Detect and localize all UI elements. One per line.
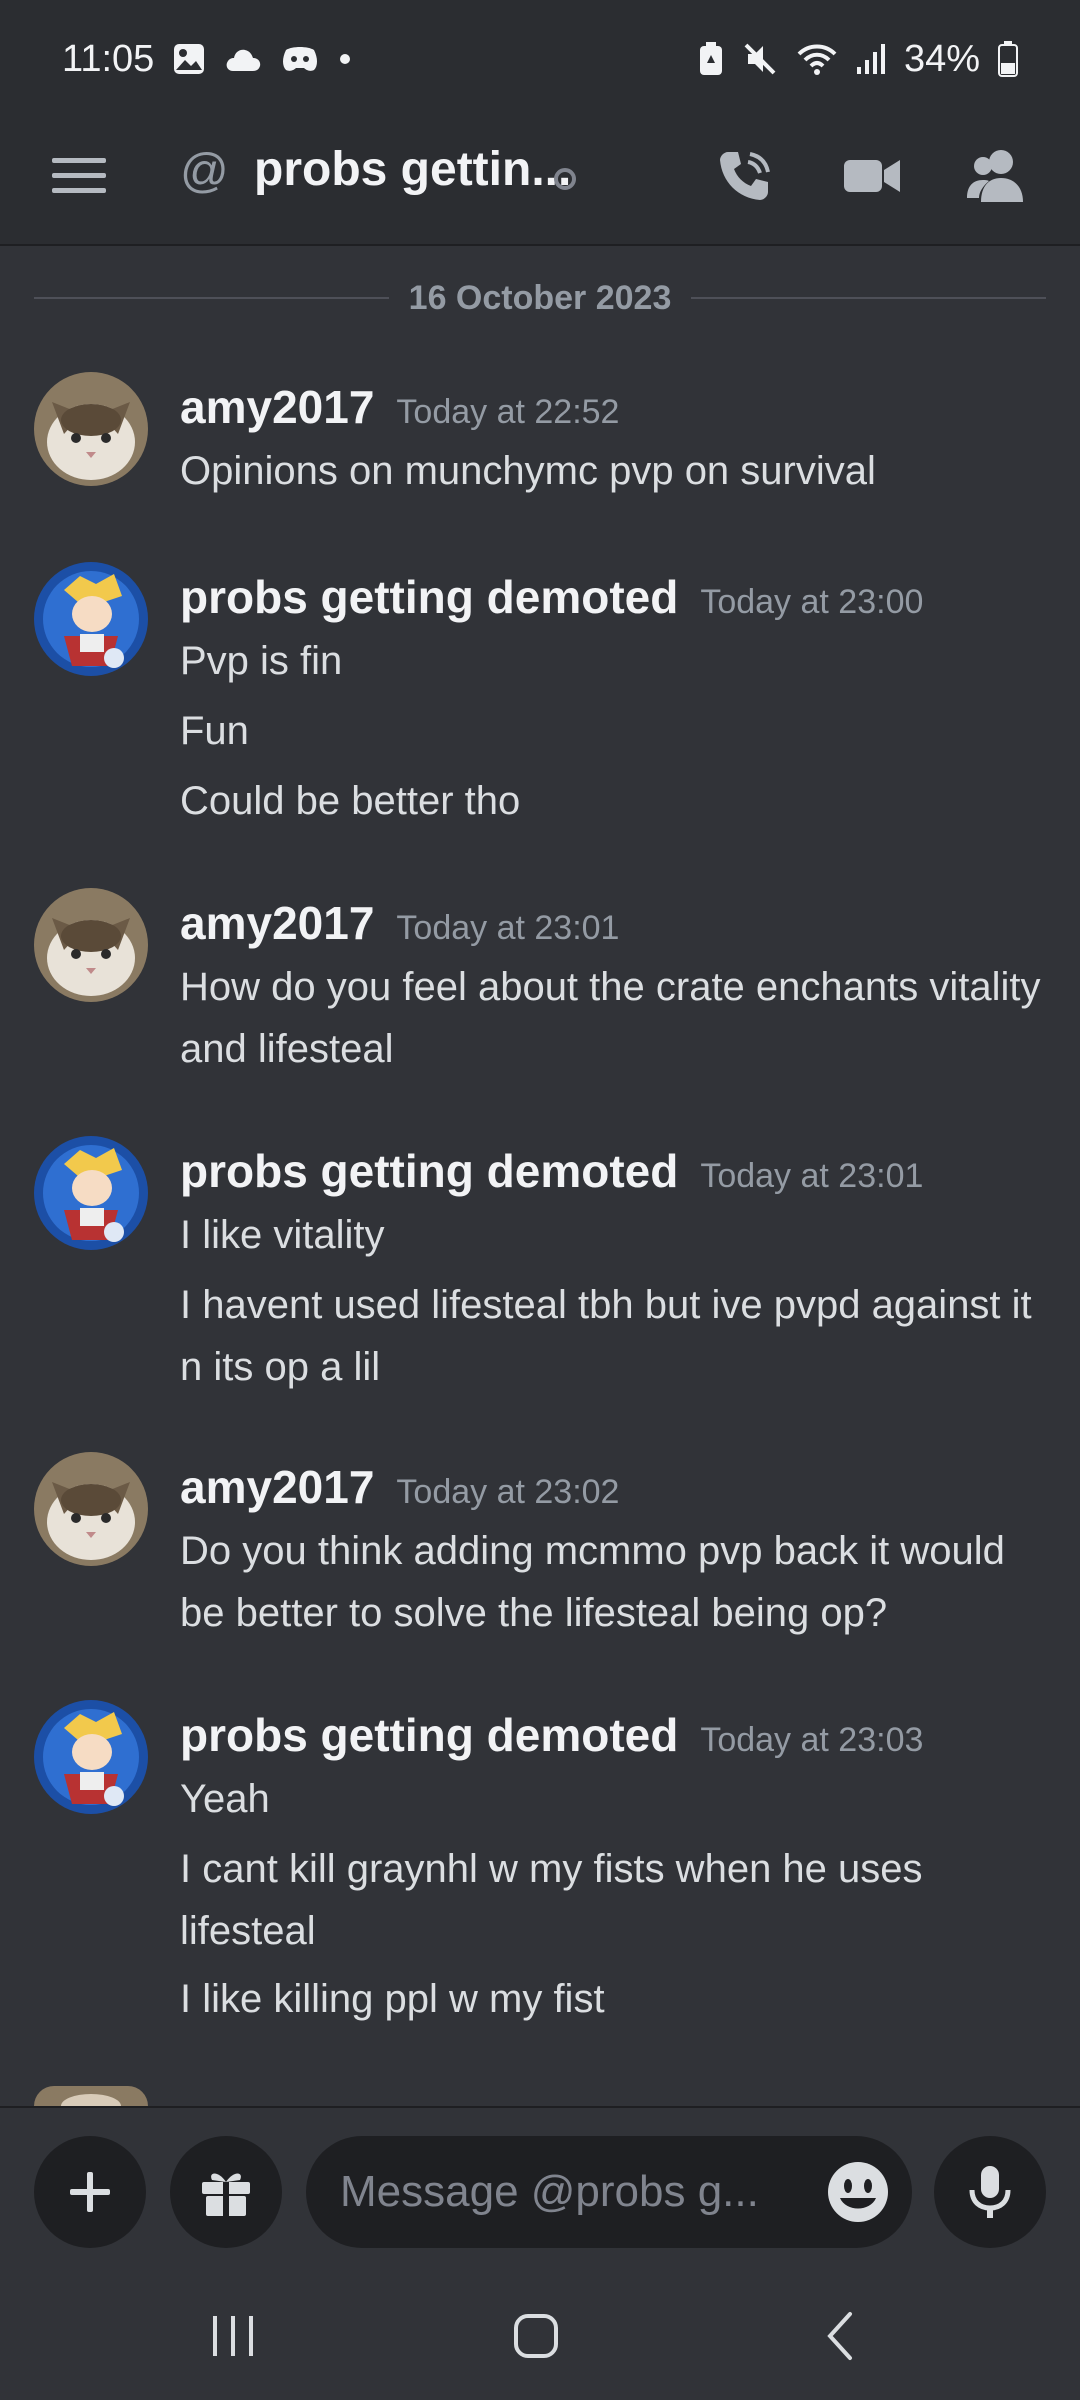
- video-call-icon[interactable]: [840, 144, 904, 208]
- battery-percent: 34%: [903, 37, 980, 80]
- message-text: I like vitality: [180, 1213, 385, 1257]
- username[interactable]: probs getting demoted: [180, 571, 678, 623]
- message-text: I like killing ppl w my fist: [180, 1977, 605, 2021]
- voice-message-button[interactable]: [934, 2136, 1046, 2248]
- discord-notification-icon: [280, 44, 320, 74]
- message-text: Fun: [180, 709, 249, 753]
- gift-button[interactable]: [170, 2136, 282, 2248]
- home-button[interactable]: [496, 2296, 576, 2376]
- signal-icon: [856, 43, 886, 75]
- avatar-cat[interactable]: [34, 1452, 148, 1566]
- avatar-cat[interactable]: [34, 372, 148, 486]
- members-icon[interactable]: [964, 144, 1028, 208]
- timestamp: Today at 23:03: [700, 1721, 924, 1759]
- timestamp: Today at 22:52: [396, 393, 620, 431]
- timestamp: Today at 23:00: [700, 583, 924, 621]
- avatar-cat[interactable]: [34, 888, 148, 1002]
- date-divider: 16 October 2023: [34, 276, 1047, 320]
- channel-header: @ probs gettin...: [0, 118, 1080, 246]
- message-text: Could be better tho: [180, 779, 521, 823]
- wifi-icon: [796, 42, 838, 76]
- recent-apps-icon: [213, 2316, 253, 2356]
- cloud-icon: [224, 45, 262, 73]
- date-divider-label: 16 October 2023: [408, 278, 672, 317]
- voice-call-icon[interactable]: [712, 144, 776, 208]
- message-composer: Message @probs g...: [0, 2106, 1080, 2266]
- timestamp: Today at 23:02: [396, 1473, 620, 1511]
- add-attachment-button[interactable]: [34, 2136, 146, 2248]
- username[interactable]: amy2017: [180, 381, 374, 433]
- username[interactable]: probs getting demoted: [180, 1709, 678, 1761]
- battery-saver-icon: [698, 41, 724, 77]
- home-icon: [514, 2314, 558, 2358]
- message-text: Pvp is fin: [180, 639, 343, 683]
- mute-icon: [742, 41, 778, 77]
- avatar-anime[interactable]: [34, 1136, 148, 1250]
- menu-icon[interactable]: [52, 148, 108, 204]
- avatar-anime[interactable]: [34, 562, 148, 676]
- message-input-placeholder: Message @probs g...: [340, 2167, 759, 2216]
- avatar-anime[interactable]: [34, 1700, 148, 1814]
- gift-icon: [202, 2173, 250, 2216]
- message-text: Do you think adding mcmmo pvp back it wo…: [180, 1529, 1005, 1635]
- microphone-icon: [969, 2166, 1011, 2218]
- username[interactable]: amy2017: [180, 897, 374, 949]
- username[interactable]: amy2017: [180, 1461, 374, 1513]
- message-text: Yeah: [180, 1777, 270, 1821]
- timestamp: Today at 23:01: [396, 909, 620, 947]
- offline-status-icon: [554, 168, 576, 190]
- avatar-cat: [34, 2086, 148, 2106]
- status-bar: 11:05 34%: [0, 0, 1080, 118]
- page-title[interactable]: probs gettin...: [254, 142, 571, 197]
- back-icon: [827, 2312, 852, 2360]
- system-nav-bar: [0, 2266, 1080, 2400]
- battery-icon: [998, 41, 1018, 77]
- message-text: I cant kill graynhl w my fists when he u…: [180, 1847, 923, 1953]
- timestamp: Today at 23:01: [700, 1157, 924, 1195]
- message-text: I havent used lifesteal tbh but ive pvpd…: [180, 1283, 1032, 1389]
- message-text: Opinions on munchymc pvp on survival: [180, 449, 876, 493]
- message-text: How do you feel about the crate enchants…: [180, 965, 1041, 1071]
- emoji-icon[interactable]: [822, 2156, 894, 2228]
- recent-apps-button[interactable]: [193, 2296, 273, 2376]
- dot-icon: [338, 52, 352, 66]
- status-time: 11:05: [62, 37, 155, 80]
- back-button[interactable]: [800, 2296, 880, 2376]
- plus-icon: [70, 2172, 110, 2212]
- gallery-icon: [172, 42, 206, 76]
- at-icon: @: [180, 145, 229, 198]
- username[interactable]: probs getting demoted: [180, 1145, 678, 1197]
